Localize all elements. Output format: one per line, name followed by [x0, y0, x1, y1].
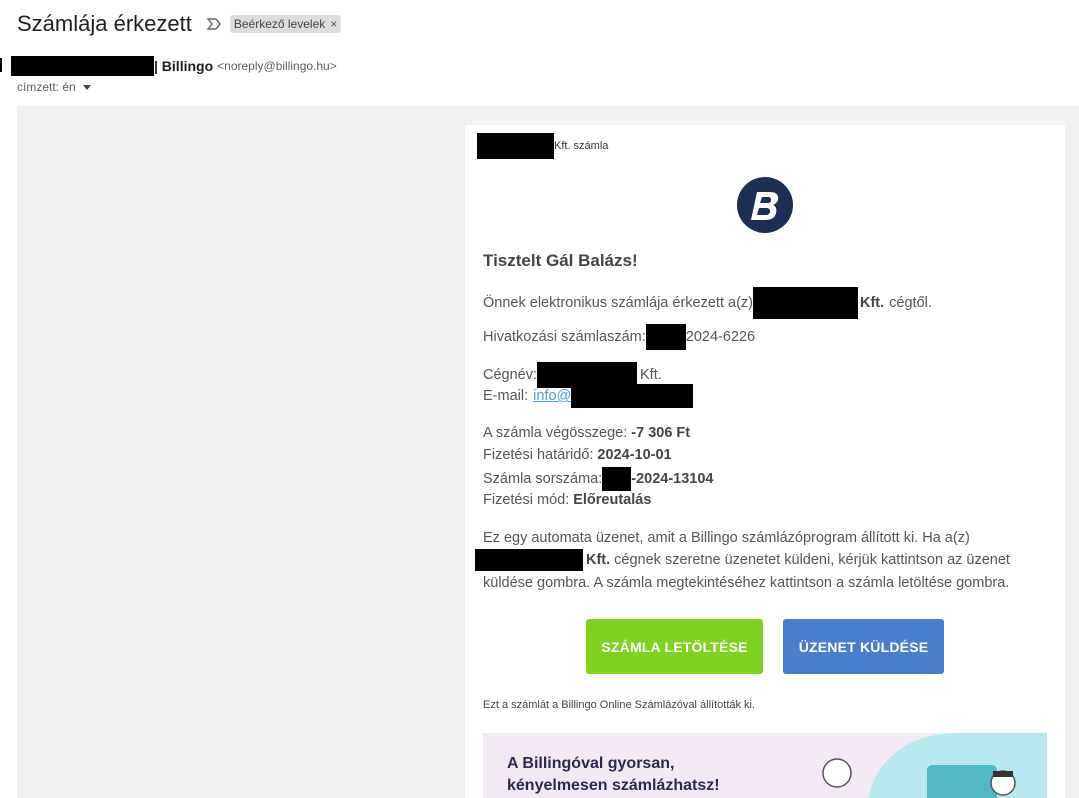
recipient-details-toggle[interactable]: címzett: én [17, 80, 91, 94]
remove-label-icon[interactable]: × [330, 17, 337, 31]
serial-value: -2024-13104 [631, 471, 714, 487]
reference-label: Hivatkozási számlaszám: [483, 329, 646, 345]
importance-marker-icon[interactable] [206, 16, 222, 32]
promo-banner[interactable]: A Billingóval gyorsan, kényelmesen száml… [483, 733, 1047, 798]
redacted-company [477, 133, 554, 159]
promo-line-2: kényelmesen számlázhatsz! [507, 777, 720, 794]
total-label: A számla végösszege: [483, 425, 628, 441]
auto-line-2-rest: cégnek szeretne üzenetet küldeni, kérjük… [614, 552, 1010, 568]
company-suffix: Kft. [640, 367, 662, 383]
redacted-serial-prefix [602, 467, 632, 491]
download-invoice-button[interactable]: SZÁMLA LETÖLTÉSE [586, 619, 763, 674]
email-subject: Számlája érkezett [17, 11, 192, 36]
sender-name[interactable]: | Billingo [154, 58, 213, 74]
redacted-reference-prefix [645, 324, 686, 350]
due-label: Fizetési határidő: [483, 447, 594, 463]
payment-line: Fizetési mód: Előreutalás [483, 489, 651, 511]
footer-note: Ezt a számlát a Billingo Online Számlázó… [483, 699, 756, 711]
redacted-company-auto [475, 549, 583, 571]
recipient-label: címzett: én [17, 80, 76, 94]
greeting: Tisztelt Gál Balázs! [483, 251, 638, 270]
intro-text: Önnek elektronikus számlája érkezett a(z… [483, 295, 753, 311]
redacted-company-name [752, 287, 858, 319]
auto-message-line-2: Kft. cégnek szeretne üzenetet küldeni, k… [475, 549, 1010, 571]
redacted-email-domain [571, 384, 694, 408]
company-label: Cégnév: [483, 367, 538, 383]
billingo-logo-icon [737, 177, 793, 233]
payment-value: Előreutalás [573, 492, 652, 508]
email-line: E-mail: info@ [483, 384, 694, 408]
total-value: -7 306 Ft [631, 425, 691, 441]
card-header: Kft. számla [477, 133, 608, 159]
due-value: 2024-10-01 [597, 447, 672, 463]
email-label: E-mail: [483, 388, 529, 404]
left-edge-marker [0, 58, 2, 72]
auto-company-suffix: Kft. [586, 552, 611, 568]
intro-company-suffix: Kft. [859, 295, 885, 311]
serial-label: Számla sorszáma: [483, 471, 603, 487]
reference-line: Hivatkozási számlaszám: 2024-6226 [483, 324, 755, 350]
label-chip-text: Beérkező levelek [233, 17, 326, 31]
intro-after: cégtől. [889, 295, 932, 311]
auto-message-line-1: Ez egy automata üzenet, amit a Billingo … [483, 530, 970, 546]
auto-message-line-3: küldése gombra. A számla megtekintéséhez… [483, 575, 1010, 591]
sender-row: | Billingo <noreply@billingo.hu> [0, 55, 337, 77]
email-link[interactable]: info@ [533, 385, 571, 407]
promo-line-1: A Billingóval gyorsan, [507, 755, 675, 772]
redacted-sender [11, 56, 154, 76]
promo-text: A Billingóval gyorsan, kényelmesen száml… [507, 753, 720, 797]
reference-value: 2024-6226 [685, 329, 756, 345]
inbox-label-chip[interactable]: Beérkező levelek × [229, 15, 342, 33]
intro-line: Önnek elektronikus számlája érkezett a(z… [483, 287, 932, 319]
send-message-button[interactable]: ÜZENET KÜLDÉSE [783, 619, 944, 674]
chevron-down-icon[interactable] [82, 84, 91, 90]
serial-line: Számla sorszáma: -2024-13104 [483, 467, 714, 491]
subject-row: Számlája érkezett Beérkező levelek × [17, 10, 342, 38]
due-line: Fizetési határidő: 2024-10-01 [483, 444, 672, 466]
total-line: A számla végösszege: -7 306 Ft [483, 422, 690, 444]
card-header-text: Kft. számla [554, 140, 609, 152]
invoice-email-card: Kft. számla Tisztelt Gál Balázs! Önnek e… [465, 125, 1065, 798]
payment-label: Fizetési mód: [483, 492, 570, 508]
sender-email: <noreply@billingo.hu> [217, 59, 337, 73]
promo-illustration-icon [822, 733, 1047, 798]
